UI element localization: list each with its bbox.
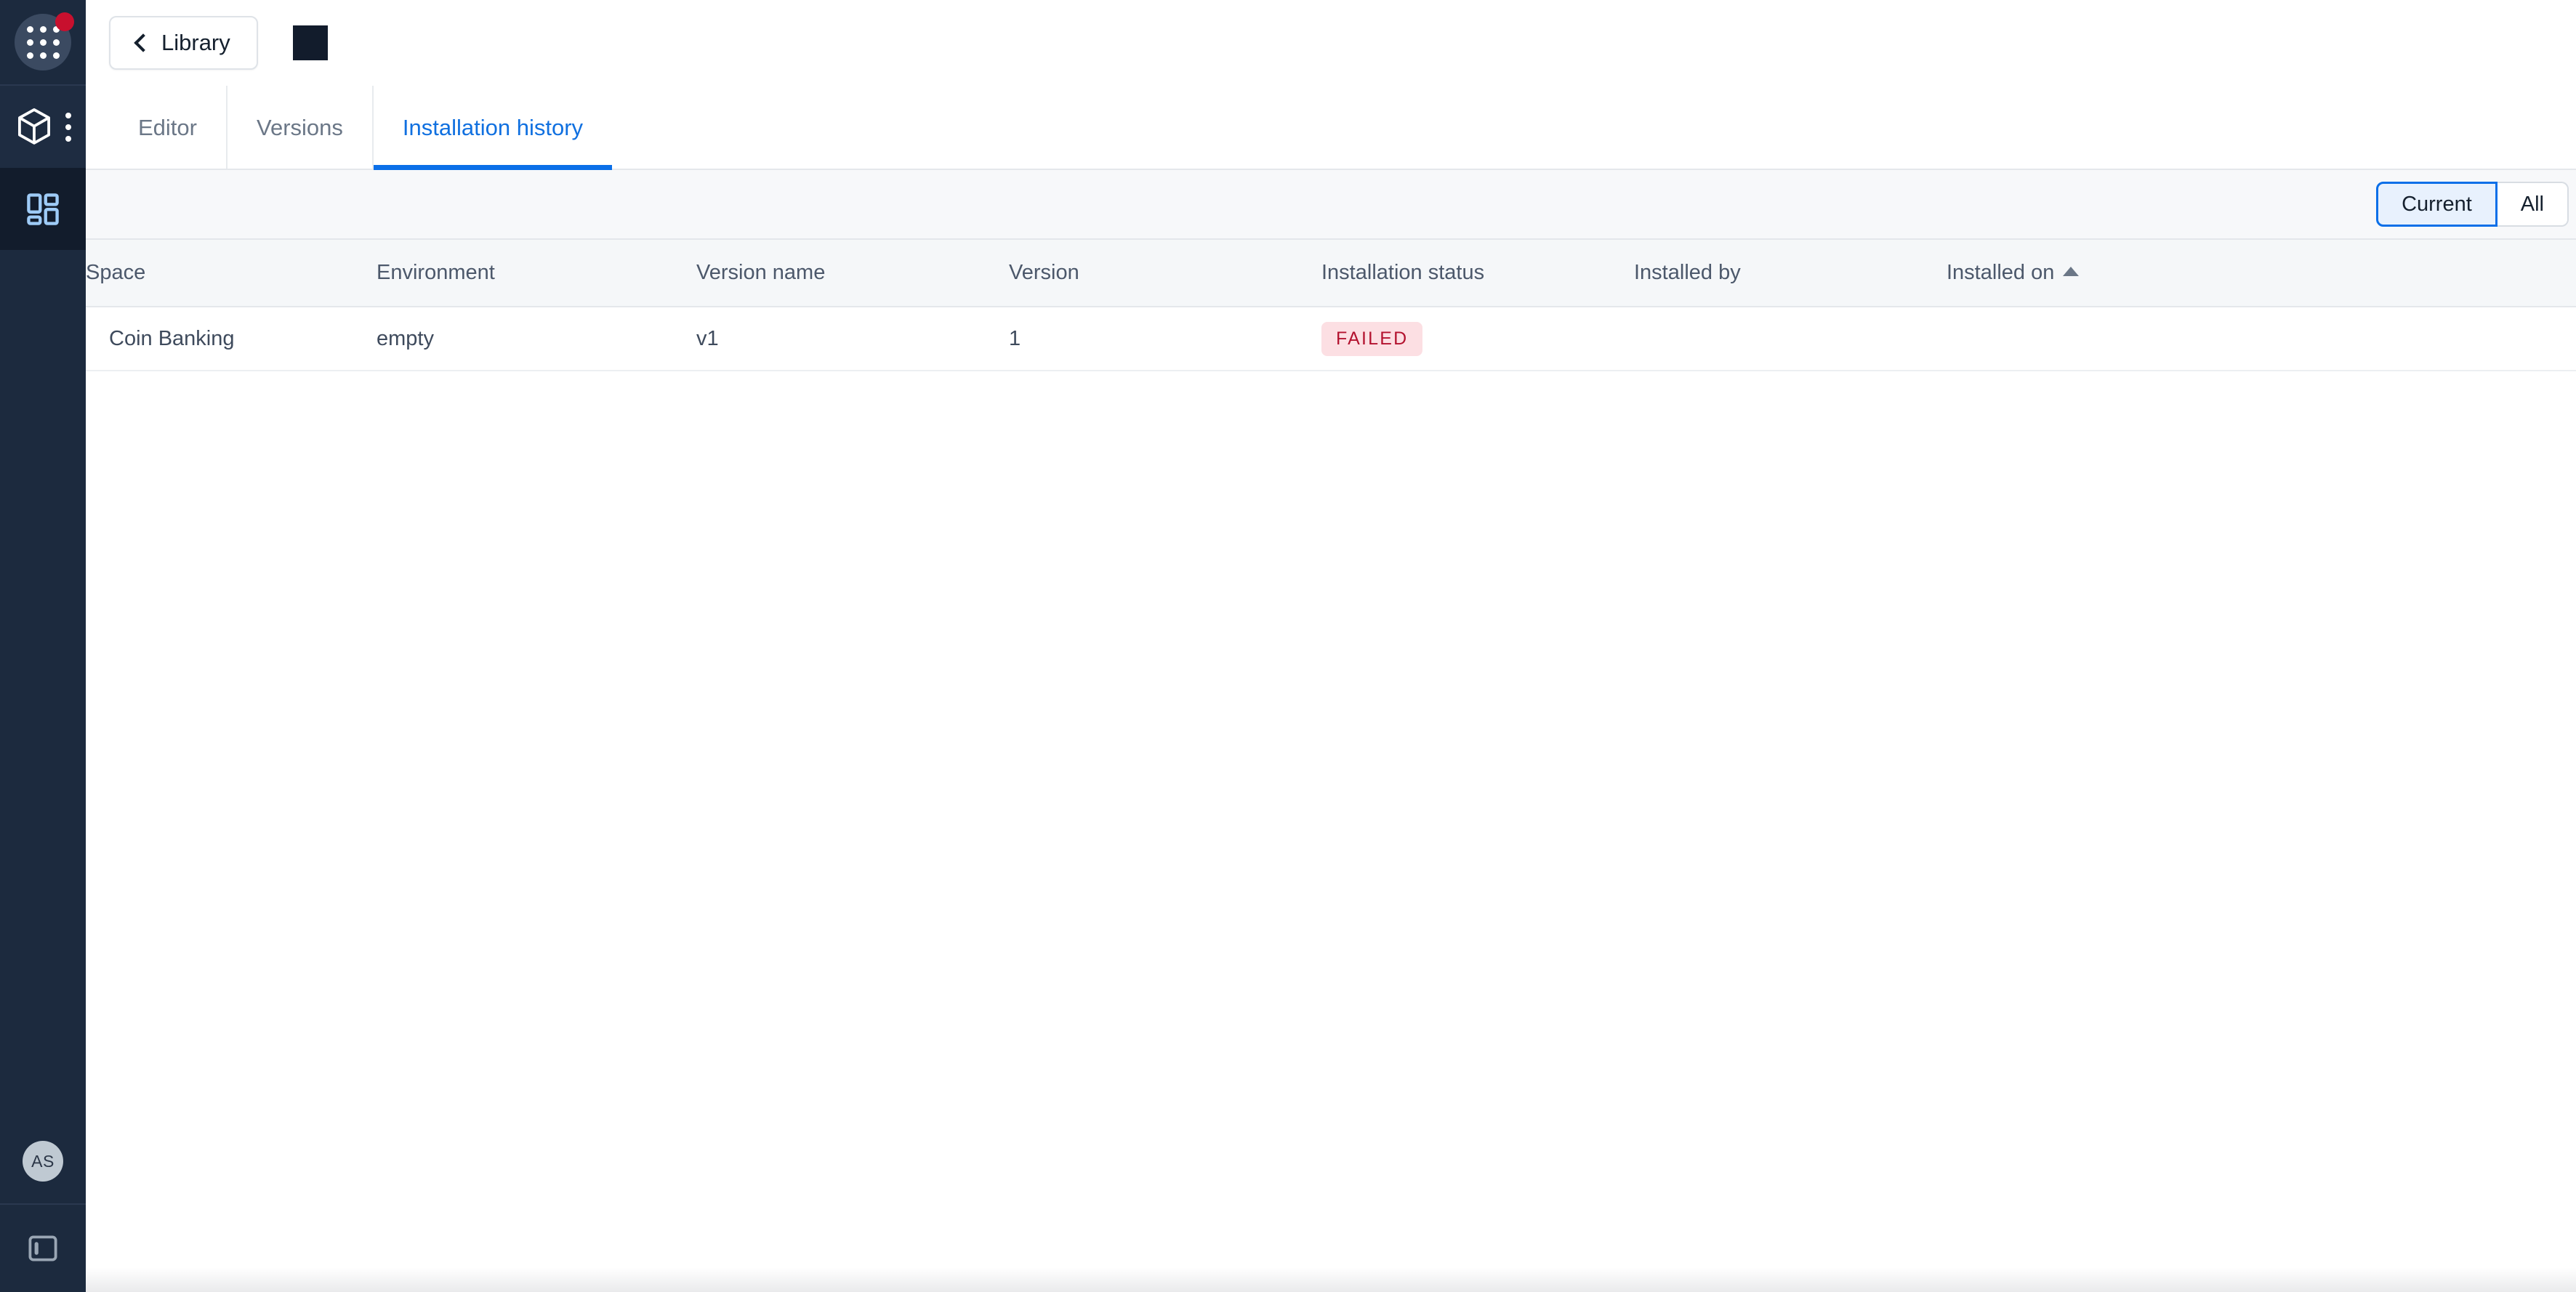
- user-avatar-button[interactable]: AS: [0, 1119, 86, 1205]
- column-header-space-label: Space: [86, 261, 145, 284]
- table-header-row: Space Environment Version name Version I: [86, 240, 2576, 307]
- cell-version-name: v1: [696, 307, 1009, 371]
- back-button-label: Library: [161, 30, 230, 56]
- filter-current-button[interactable]: Current: [2376, 182, 2497, 227]
- back-to-library-button[interactable]: Library: [109, 16, 258, 70]
- installation-history-table-container: Space Environment Version name Version I: [86, 240, 2576, 1292]
- column-header-installed-on[interactable]: Installed on: [1947, 240, 2576, 307]
- column-header-installed-by[interactable]: Installed by: [1634, 240, 1947, 307]
- cell-environment: empty: [377, 307, 696, 371]
- tab-installation-history[interactable]: Installation history: [374, 86, 612, 170]
- column-header-installed-by-label: Installed by: [1634, 261, 1741, 284]
- apps-grid-icon: [15, 14, 71, 70]
- cell-installed-on: [1947, 307, 2576, 371]
- sidebar-spacer: [0, 250, 86, 1119]
- cell-installed-by: [1634, 307, 1947, 371]
- column-header-installation-status-label: Installation status: [1321, 261, 1484, 284]
- tab-editor-label: Editor: [138, 115, 197, 141]
- tab-editor[interactable]: Editor: [109, 86, 228, 170]
- app-switcher-button[interactable]: [0, 0, 86, 86]
- sidebar-toggle-icon: [25, 1231, 60, 1266]
- filter-all-button[interactable]: All: [2497, 182, 2569, 227]
- left-sidebar: AS: [0, 0, 86, 1292]
- app-root: AS Library Editor Versions I: [0, 0, 2576, 1292]
- column-header-version-name-label: Version name: [696, 261, 825, 284]
- table-header: Space Environment Version name Version I: [86, 240, 2576, 307]
- app-logo-square: [293, 25, 328, 60]
- column-header-version[interactable]: Version: [1009, 240, 1321, 307]
- kebab-menu-icon[interactable]: [65, 113, 71, 142]
- table-row[interactable]: Coin Banking empty v1 1 FAILED: [86, 307, 2576, 371]
- column-header-installed-on-label: Installed on: [1947, 261, 2054, 284]
- status-badge: FAILED: [1321, 322, 1422, 356]
- main-content: Library Editor Versions Installation his…: [86, 0, 2576, 1292]
- scope-filter-group: Current All: [2376, 182, 2569, 227]
- installation-history-table: Space Environment Version name Version I: [86, 240, 2576, 371]
- tab-installation-history-label: Installation history: [403, 115, 583, 141]
- caret-up-icon: [2063, 267, 2079, 276]
- avatar: AS: [23, 1141, 63, 1182]
- column-header-version-label: Version: [1009, 261, 1079, 284]
- horizontal-scroll-shadow: [86, 1267, 2576, 1292]
- tab-versions[interactable]: Versions: [228, 86, 374, 170]
- cell-installation-status: FAILED: [1321, 307, 1634, 371]
- column-header-environment[interactable]: Environment: [377, 240, 696, 307]
- chevron-left-icon: [134, 33, 152, 52]
- tab-bar: Editor Versions Installation history: [86, 86, 2576, 170]
- filter-current-label: Current: [2402, 193, 2472, 217]
- sidebar-collapse-button[interactable]: [0, 1205, 86, 1292]
- cell-version: 1: [1009, 307, 1321, 371]
- filter-toolbar: Current All: [86, 170, 2576, 240]
- filter-all-label: All: [2521, 193, 2544, 217]
- cell-space: Coin Banking: [86, 307, 377, 371]
- column-header-installation-status[interactable]: Installation status: [1321, 240, 1634, 307]
- cube-icon: [15, 106, 54, 148]
- tab-versions-label: Versions: [257, 115, 343, 141]
- top-toolbar: Library: [86, 0, 2576, 86]
- column-header-environment-label: Environment: [377, 261, 495, 284]
- dashboard-grid-icon: [25, 191, 61, 227]
- table-body: Coin Banking empty v1 1 FAILED: [86, 307, 2576, 371]
- column-header-space[interactable]: Space: [86, 240, 377, 307]
- notification-badge-dot: [55, 12, 74, 31]
- column-header-version-name[interactable]: Version name: [696, 240, 1009, 307]
- sidebar-item-dashboard[interactable]: [0, 168, 86, 250]
- sidebar-item-library[interactable]: [0, 86, 86, 168]
